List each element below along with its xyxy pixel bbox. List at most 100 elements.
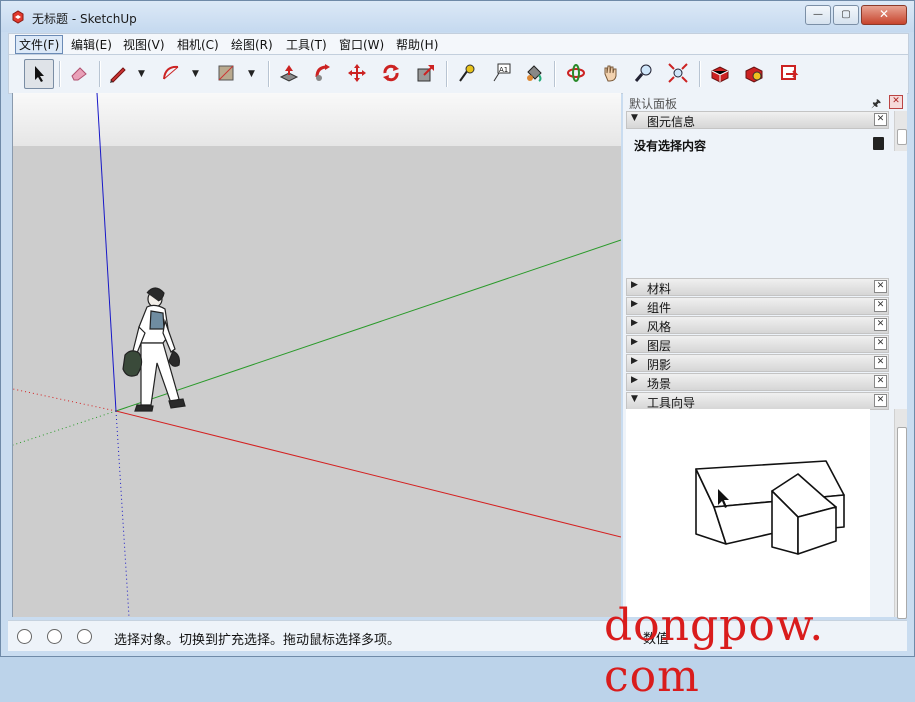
instructor-scrollbar[interactable] bbox=[894, 409, 907, 619]
section-label: 阴影 bbox=[647, 358, 672, 372]
green-axis-line bbox=[115, 239, 621, 412]
menu-camera[interactable]: 相机(C) bbox=[174, 36, 222, 53]
status-message: 选择对象。切换到扩充选择。拖动鼠标选择多项。 bbox=[114, 633, 401, 648]
scrollbar-thumb[interactable] bbox=[897, 427, 907, 619]
scrollbar-thumb[interactable] bbox=[897, 129, 907, 145]
pencil-line-icon[interactable] bbox=[104, 59, 132, 87]
red-axis-negative bbox=[13, 388, 117, 412]
follow-me-icon[interactable] bbox=[309, 59, 337, 87]
section-entity-info[interactable]: ▼ 图元信息 ✕ bbox=[626, 111, 889, 129]
green-axis-negative bbox=[13, 410, 117, 446]
watermark-text: dongpow. com bbox=[604, 600, 825, 702]
toolbar-separator bbox=[554, 61, 556, 87]
zoom-icon[interactable] bbox=[630, 59, 658, 87]
section-close-icon[interactable]: ✕ bbox=[874, 375, 887, 388]
menu-draw[interactable]: 绘图(R) bbox=[228, 36, 276, 53]
axes-canvas bbox=[13, 93, 621, 617]
expanded-arrow-icon: ▼ bbox=[631, 113, 638, 123]
blue-axis-line bbox=[96, 93, 117, 412]
section-label: 风格 bbox=[647, 320, 672, 334]
toolbar-separator bbox=[446, 61, 448, 87]
pencil-dropdown-chevron-icon[interactable]: ▼ bbox=[138, 69, 145, 79]
section-components[interactable]: ▶ 组件 ✕ bbox=[626, 297, 889, 315]
person-figure-icon[interactable] bbox=[122, 287, 186, 412]
section-instructor[interactable]: ▼ 工具向导 ✕ bbox=[626, 392, 889, 410]
orbit-icon[interactable] bbox=[562, 59, 590, 87]
info-icon[interactable] bbox=[47, 629, 62, 644]
section-materials[interactable]: ▶ 材料 ✕ bbox=[626, 278, 889, 296]
zoom-extents-icon[interactable] bbox=[664, 59, 692, 87]
section-label: 材料 bbox=[647, 282, 672, 296]
extension-warehouse-icon[interactable] bbox=[740, 59, 768, 87]
section-label: 图层 bbox=[647, 339, 672, 353]
paint-bucket-icon[interactable] bbox=[520, 59, 548, 87]
section-label: 组件 bbox=[647, 301, 672, 315]
main-toolbar: ▼ ▼ ▼ A1 bbox=[8, 54, 909, 94]
section-label: 图元信息 bbox=[647, 115, 696, 129]
toolbar-separator bbox=[99, 61, 101, 87]
close-button[interactable]: ✕ bbox=[861, 5, 907, 25]
section-layers[interactable]: ▶ 图层 ✕ bbox=[626, 335, 889, 353]
maximize-button[interactable]: ▢ bbox=[833, 5, 859, 25]
red-axis-line bbox=[115, 410, 621, 538]
section-close-icon[interactable]: ✕ bbox=[874, 394, 887, 407]
toolbar-separator bbox=[699, 61, 701, 87]
text-label-icon[interactable]: A1 bbox=[487, 59, 515, 87]
collapsed-arrow-icon: ▶ bbox=[631, 318, 638, 328]
menu-help[interactable]: 帮助(H) bbox=[393, 36, 441, 53]
minimize-button[interactable]: — bbox=[805, 5, 831, 25]
sketchup-logo-icon bbox=[12, 10, 24, 24]
entity-scrollbar[interactable] bbox=[894, 111, 907, 151]
collapsed-arrow-icon: ▶ bbox=[631, 280, 638, 290]
default-tray-panel: 默认面板 🖈 ✕ ▼ 图元信息 ✕ 没有选择内容 ▶ 材料 ✕ ▶ 组件 ✕ ▶… bbox=[623, 93, 907, 619]
instructor-illustration bbox=[626, 409, 870, 617]
tape-measure-icon[interactable] bbox=[452, 59, 480, 87]
section-close-icon[interactable]: ✕ bbox=[874, 299, 887, 312]
user-icon[interactable] bbox=[77, 629, 92, 644]
window-title: 无标题 - SketchUp bbox=[32, 12, 137, 26]
section-scenes[interactable]: ▶ 场景 ✕ bbox=[626, 373, 889, 391]
entity-info-body: 没有选择内容 bbox=[626, 131, 888, 279]
select-arrow-icon[interactable] bbox=[24, 59, 54, 89]
menu-window[interactable]: 窗口(W) bbox=[336, 36, 387, 53]
text-tool-glyph: A1 bbox=[499, 66, 508, 74]
details-toggle-icon[interactable] bbox=[873, 137, 884, 150]
drawing-viewport[interactable] bbox=[12, 93, 621, 617]
arc-icon[interactable] bbox=[157, 59, 185, 87]
collapsed-arrow-icon: ▶ bbox=[631, 299, 638, 309]
menu-edit[interactable]: 编辑(E) bbox=[68, 36, 115, 53]
blue-axis-negative bbox=[115, 410, 130, 617]
scale-icon[interactable] bbox=[412, 59, 440, 87]
section-close-icon[interactable]: ✕ bbox=[874, 356, 887, 369]
section-close-icon[interactable]: ✕ bbox=[874, 280, 887, 293]
menu-file[interactable]: 文件(F) bbox=[15, 35, 64, 54]
push-pull-icon[interactable] bbox=[275, 59, 303, 87]
pan-hand-icon[interactable] bbox=[596, 59, 624, 87]
section-close-icon[interactable]: ✕ bbox=[874, 113, 887, 126]
tray-close-icon[interactable]: ✕ bbox=[889, 95, 903, 109]
house-model-icon bbox=[695, 460, 845, 555]
section-shadows[interactable]: ▶ 阴影 ✕ bbox=[626, 354, 889, 372]
section-close-icon[interactable]: ✕ bbox=[874, 318, 887, 331]
menu-view[interactable]: 视图(V) bbox=[120, 36, 168, 53]
collapsed-arrow-icon: ▶ bbox=[631, 356, 638, 366]
eraser-icon[interactable] bbox=[65, 59, 93, 87]
section-label: 场景 bbox=[647, 377, 672, 391]
rectangle-shape-icon[interactable] bbox=[212, 59, 240, 87]
no-selection-text: 没有选择内容 bbox=[634, 139, 707, 153]
title-bar[interactable]: 无标题 - SketchUp — ▢ ✕ bbox=[1, 1, 914, 32]
3d-warehouse-icon[interactable] bbox=[706, 59, 734, 87]
toolbar-separator bbox=[59, 61, 61, 87]
send-to-layout-icon[interactable] bbox=[775, 59, 803, 87]
arc-dropdown-chevron-icon[interactable]: ▼ bbox=[192, 69, 199, 79]
toolbar-separator bbox=[268, 61, 270, 87]
menu-bar: 文件(F) 编辑(E) 视图(V) 相机(C) 绘图(R) 工具(T) 窗口(W… bbox=[8, 33, 909, 55]
menu-tools[interactable]: 工具(T) bbox=[283, 36, 330, 53]
geo-location-icon[interactable] bbox=[17, 629, 32, 644]
section-close-icon[interactable]: ✕ bbox=[874, 337, 887, 350]
shape-dropdown-chevron-icon[interactable]: ▼ bbox=[248, 69, 255, 79]
app-window: 无标题 - SketchUp — ▢ ✕ 文件(F) 编辑(E) 视图(V) 相… bbox=[0, 0, 915, 657]
section-styles[interactable]: ▶ 风格 ✕ bbox=[626, 316, 889, 334]
move-icon[interactable] bbox=[343, 59, 371, 87]
rotate-icon[interactable] bbox=[377, 59, 405, 87]
